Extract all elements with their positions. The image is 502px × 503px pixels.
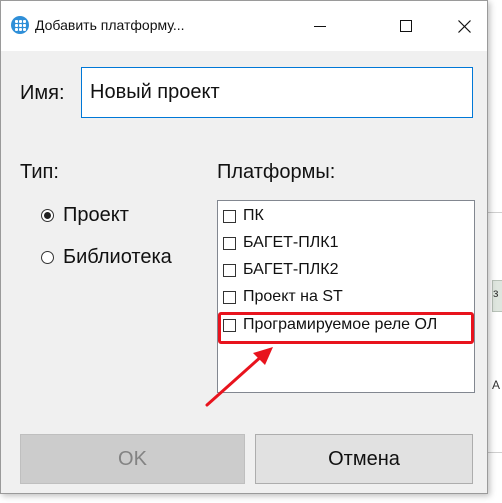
maximize-button[interactable] — [383, 1, 429, 51]
radio-button-checked[interactable] — [41, 209, 54, 222]
close-button[interactable] — [441, 1, 487, 51]
window-title: Добавить платформу... — [35, 17, 185, 33]
minimize-icon — [314, 25, 326, 27]
name-label: Имя: — [20, 82, 65, 104]
checkbox[interactable] — [223, 209, 236, 223]
platforms-label: Платформы: — [217, 161, 336, 183]
list-item-label: БАГЕТ-ПЛК1 — [243, 234, 339, 251]
type-label: Тип: — [20, 161, 59, 183]
list-item-pc[interactable]: ПК — [223, 203, 264, 229]
title-bar[interactable]: Добавить платформу... — [1, 1, 487, 51]
add-platform-dialog: Добавить платформу... Имя: Новый проект … — [0, 0, 488, 494]
list-item-baget-plk2[interactable]: БАГЕТ-ПЛК2 — [223, 257, 338, 283]
maximize-icon — [400, 20, 412, 32]
annotation-highlight-box — [218, 312, 474, 344]
radio-label: Библиотека — [63, 246, 172, 268]
cancel-button[interactable]: Отмена — [255, 434, 473, 484]
list-item-label: Проект на ST — [243, 288, 343, 305]
checkbox[interactable] — [223, 236, 236, 250]
radio-project[interactable]: Проект — [41, 204, 129, 227]
annotation-arrow-icon — [205, 347, 273, 407]
radio-button[interactable] — [41, 251, 54, 264]
list-item-st-project[interactable]: Проект на ST — [223, 284, 343, 310]
app-icon — [11, 16, 29, 34]
list-item-label: ПК — [243, 207, 264, 224]
close-icon — [457, 19, 471, 33]
radio-library[interactable]: Библиотека — [41, 246, 172, 269]
checkbox[interactable] — [223, 263, 236, 277]
background-text: А — [492, 378, 501, 392]
list-item-baget-plk1[interactable]: БАГЕТ-ПЛК1 — [223, 230, 338, 256]
background-text: з — [493, 286, 499, 300]
ok-button[interactable]: OK — [20, 434, 245, 484]
name-input[interactable]: Новый проект — [81, 67, 473, 118]
radio-label: Проект — [63, 204, 129, 226]
checkbox[interactable] — [223, 290, 236, 304]
list-item-label: БАГЕТ-ПЛК2 — [243, 261, 339, 278]
minimize-button[interactable] — [297, 1, 343, 51]
